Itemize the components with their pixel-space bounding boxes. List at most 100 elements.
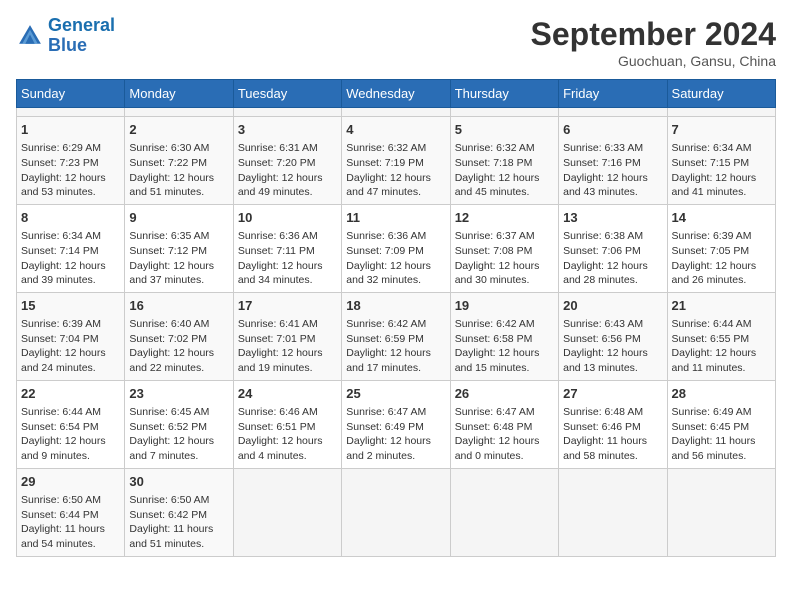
sunrise-text: Sunrise: 6:39 AM <box>672 229 771 244</box>
calendar-table: SundayMondayTuesdayWednesdayThursdayFrid… <box>16 79 776 557</box>
calendar-cell: 7Sunrise: 6:34 AMSunset: 7:15 PMDaylight… <box>667 117 775 205</box>
day-number: 2 <box>129 121 228 139</box>
calendar-cell <box>342 468 450 556</box>
daylight-text: Daylight: 12 hours and 34 minutes. <box>238 259 337 288</box>
day-number: 20 <box>563 297 662 315</box>
calendar-cell <box>667 108 775 117</box>
calendar-cell: 11Sunrise: 6:36 AMSunset: 7:09 PMDayligh… <box>342 204 450 292</box>
daylight-text: Daylight: 11 hours and 58 minutes. <box>563 434 662 463</box>
calendar-cell: 27Sunrise: 6:48 AMSunset: 6:46 PMDayligh… <box>559 380 667 468</box>
day-number: 26 <box>455 385 554 403</box>
sunrise-text: Sunrise: 6:34 AM <box>672 141 771 156</box>
logo: General Blue <box>16 16 115 56</box>
daylight-text: Daylight: 11 hours and 51 minutes. <box>129 522 228 551</box>
daylight-text: Daylight: 12 hours and 24 minutes. <box>21 346 120 375</box>
sunset-text: Sunset: 7:01 PM <box>238 332 337 347</box>
calendar-body: 1Sunrise: 6:29 AMSunset: 7:23 PMDaylight… <box>17 108 776 557</box>
daylight-text: Daylight: 12 hours and 51 minutes. <box>129 171 228 200</box>
daylight-text: Daylight: 12 hours and 26 minutes. <box>672 259 771 288</box>
calendar-cell: 2Sunrise: 6:30 AMSunset: 7:22 PMDaylight… <box>125 117 233 205</box>
calendar-cell <box>342 108 450 117</box>
day-header-sunday: Sunday <box>17 80 125 108</box>
sunrise-text: Sunrise: 6:41 AM <box>238 317 337 332</box>
calendar-cell: 12Sunrise: 6:37 AMSunset: 7:08 PMDayligh… <box>450 204 558 292</box>
day-number: 23 <box>129 385 228 403</box>
calendar-cell: 8Sunrise: 6:34 AMSunset: 7:14 PMDaylight… <box>17 204 125 292</box>
calendar-cell: 10Sunrise: 6:36 AMSunset: 7:11 PMDayligh… <box>233 204 341 292</box>
calendar-cell <box>233 108 341 117</box>
daylight-text: Daylight: 12 hours and 19 minutes. <box>238 346 337 375</box>
sunset-text: Sunset: 7:23 PM <box>21 156 120 171</box>
sunset-text: Sunset: 6:59 PM <box>346 332 445 347</box>
day-number: 29 <box>21 473 120 491</box>
daylight-text: Daylight: 12 hours and 30 minutes. <box>455 259 554 288</box>
calendar-week-1: 1Sunrise: 6:29 AMSunset: 7:23 PMDaylight… <box>17 117 776 205</box>
daylight-text: Daylight: 12 hours and 2 minutes. <box>346 434 445 463</box>
day-number: 19 <box>455 297 554 315</box>
sunset-text: Sunset: 6:55 PM <box>672 332 771 347</box>
daylight-text: Daylight: 12 hours and 15 minutes. <box>455 346 554 375</box>
day-number: 17 <box>238 297 337 315</box>
sunset-text: Sunset: 7:16 PM <box>563 156 662 171</box>
calendar-cell <box>125 108 233 117</box>
calendar-cell: 14 Sunrise: 6:39 AMSunset: 7:05 PMDayligh… <box>667 204 775 292</box>
calendar-cell: 13Sunrise: 6:38 AMSunset: 7:06 PMDayligh… <box>559 204 667 292</box>
day-number: 3 <box>238 121 337 139</box>
calendar-cell: 17 Sunrise: 6:41 AMSunset: 7:01 PMDayligh… <box>233 292 341 380</box>
day-number: 25 <box>346 385 445 403</box>
sunset-text: Sunset: 7:19 PM <box>346 156 445 171</box>
day-number: 27 <box>563 385 662 403</box>
sunrise-text: Sunrise: 6:42 AM <box>455 317 554 332</box>
calendar-cell: 30Sunrise: 6:50 AMSunset: 6:42 PMDayligh… <box>125 468 233 556</box>
sunrise-text: Sunrise: 6:43 AM <box>563 317 662 332</box>
calendar-cell <box>17 108 125 117</box>
logo-text: General Blue <box>48 16 115 56</box>
sunrise-text: Sunrise: 6:44 AM <box>672 317 771 332</box>
sunrise-text: Sunrise: 6:31 AM <box>238 141 337 156</box>
sunset-text: Sunset: 7:08 PM <box>455 244 554 259</box>
sunset-text: Sunset: 7:06 PM <box>563 244 662 259</box>
calendar-cell: 6Sunrise: 6:33 AMSunset: 7:16 PMDaylight… <box>559 117 667 205</box>
daylight-text: Daylight: 12 hours and 7 minutes. <box>129 434 228 463</box>
day-number: 13 <box>563 209 662 227</box>
sunrise-text: Sunrise: 6:47 AM <box>455 405 554 420</box>
logo-icon <box>16 22 44 50</box>
sunrise-text: Sunrise: 6:50 AM <box>21 493 120 508</box>
daylight-text: Daylight: 12 hours and 11 minutes. <box>672 346 771 375</box>
calendar-cell: 26Sunrise: 6:47 AMSunset: 6:48 PMDayligh… <box>450 380 558 468</box>
sunrise-text: Sunrise: 6:38 AM <box>563 229 662 244</box>
day-number: 14 <box>672 209 771 227</box>
calendar-week-2: 8Sunrise: 6:34 AMSunset: 7:14 PMDaylight… <box>17 204 776 292</box>
sunset-text: Sunset: 6:52 PM <box>129 420 228 435</box>
day-number: 18 <box>346 297 445 315</box>
sunrise-text: Sunrise: 6:32 AM <box>346 141 445 156</box>
calendar-week-3: 15Sunrise: 6:39 AMSunset: 7:04 PMDayligh… <box>17 292 776 380</box>
day-number: 28 <box>672 385 771 403</box>
calendar-cell <box>450 468 558 556</box>
daylight-text: Daylight: 12 hours and 53 minutes. <box>21 171 120 200</box>
calendar-week-0 <box>17 108 776 117</box>
sunrise-text: Sunrise: 6:47 AM <box>346 405 445 420</box>
sunrise-text: Sunrise: 6:42 AM <box>346 317 445 332</box>
sunset-text: Sunset: 7:20 PM <box>238 156 337 171</box>
sunset-text: Sunset: 7:02 PM <box>129 332 228 347</box>
sunset-text: Sunset: 7:22 PM <box>129 156 228 171</box>
sunset-text: Sunset: 6:46 PM <box>563 420 662 435</box>
sunset-text: Sunset: 6:54 PM <box>21 420 120 435</box>
calendar-cell: 25Sunrise: 6:47 AMSunset: 6:49 PMDayligh… <box>342 380 450 468</box>
day-number: 22 <box>21 385 120 403</box>
day-header-tuesday: Tuesday <box>233 80 341 108</box>
day-number: 7 <box>672 121 771 139</box>
day-number: 12 <box>455 209 554 227</box>
day-number: 6 <box>563 121 662 139</box>
sunset-text: Sunset: 7:04 PM <box>21 332 120 347</box>
logo-line1: General <box>48 15 115 35</box>
sunrise-text: Sunrise: 6:50 AM <box>129 493 228 508</box>
location-subtitle: Guochuan, Gansu, China <box>531 53 776 69</box>
sunset-text: Sunset: 7:11 PM <box>238 244 337 259</box>
day-number: 8 <box>21 209 120 227</box>
daylight-text: Daylight: 11 hours and 56 minutes. <box>672 434 771 463</box>
sunset-text: Sunset: 7:05 PM <box>672 244 771 259</box>
day-number: 15 <box>21 297 120 315</box>
day-header-friday: Friday <box>559 80 667 108</box>
